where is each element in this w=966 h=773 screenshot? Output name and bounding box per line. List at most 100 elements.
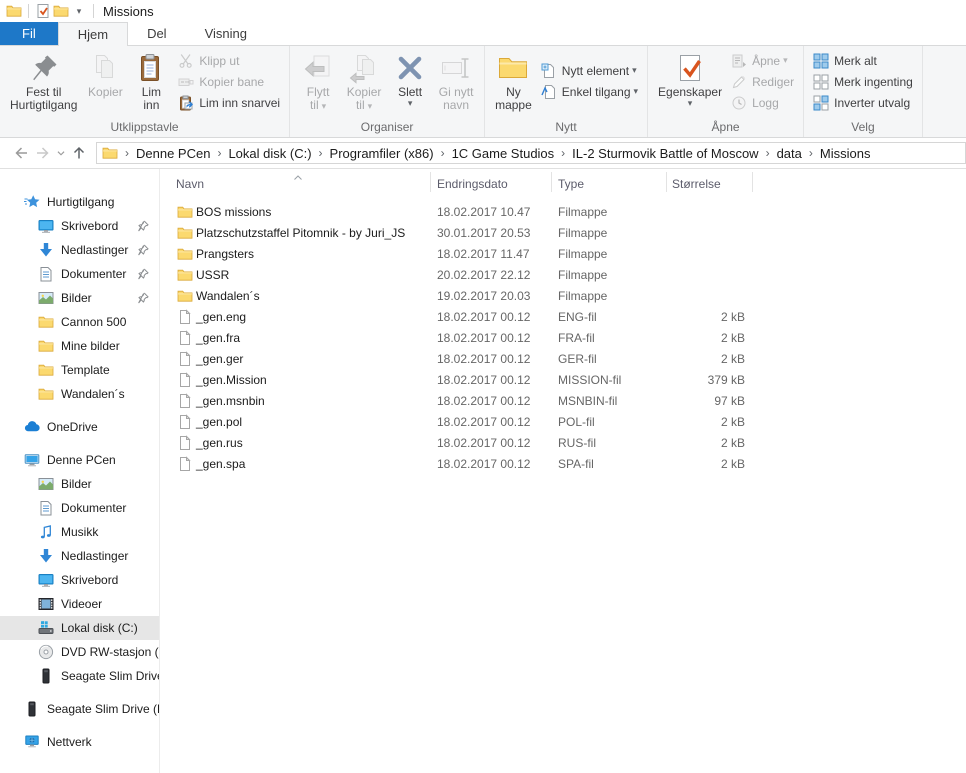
- up-button[interactable]: [68, 142, 90, 164]
- sidebar-item-label: Skrivebord: [61, 573, 119, 587]
- sidebar-item-cannon-500[interactable]: Cannon 500: [0, 310, 159, 334]
- window-title: Missions: [103, 3, 154, 19]
- delete-button[interactable]: Slett ▾: [387, 49, 433, 108]
- invert-selection-button[interactable]: Inverter utvalg: [813, 92, 913, 113]
- file-row[interactable]: USSR 20.02.2017 22.12 Filmappe: [160, 265, 966, 286]
- breadcrumb[interactable]: › Denne PCen › Lokal disk (C:) › Programfiler…: [96, 142, 966, 164]
- copy-to-icon: [348, 52, 380, 84]
- sidebar-item-nedlastinger[interactable]: Nedlastinger: [0, 238, 159, 262]
- sidebar-item-hurtigtilgang[interactable]: Hurtigtilgang: [0, 190, 159, 214]
- breadcrumb-item[interactable]: Programfiler (x86): [330, 146, 434, 161]
- sidebar-item-seagate-slim-drive[interactable]: Seagate Slim Drive (: [0, 664, 159, 688]
- sidebar-item-nedlastinger[interactable]: Nedlastinger: [0, 544, 159, 568]
- file-row[interactable]: BOS missions 18.02.2017 10.47 Filmappe: [160, 202, 966, 223]
- file-row[interactable]: Platzschutzstaffel Pitomnik - by Juri_JS…: [160, 223, 966, 244]
- sidebar-item-template[interactable]: Template: [0, 358, 159, 382]
- paste-shortcut-button[interactable]: Lim inn snarvei: [178, 92, 280, 113]
- file-date: 18.02.2017 00.12: [437, 331, 531, 345]
- qat-properties-button[interactable]: [34, 2, 52, 20]
- sidebar-item-skrivebord[interactable]: Skrivebord: [0, 214, 159, 238]
- tab-del[interactable]: Del: [128, 22, 186, 45]
- new-folder-button[interactable]: Ny mappe: [490, 49, 537, 112]
- sidebar-item-lokal-disk-c[interactable]: Lokal disk (C:): [0, 616, 159, 640]
- sidebar-item-mine-bilder[interactable]: Mine bilder: [0, 334, 159, 358]
- sidebar-item-musikk[interactable]: Musikk: [0, 520, 159, 544]
- button-label-text: Flytt: [306, 85, 330, 99]
- sidebar-item-bilder[interactable]: Bilder: [0, 472, 159, 496]
- pin-to-quick-access-button[interactable]: Fest til Hurtigtilgang: [5, 49, 82, 112]
- file-row[interactable]: _gen.spa 18.02.2017 00.12 SPA-fil 2 kB: [160, 454, 966, 475]
- ribbon-group-label: Velg: [851, 120, 875, 134]
- copy-path-button[interactable]: Kopier bane: [178, 71, 280, 92]
- file-row[interactable]: _gen.ger 18.02.2017 00.12 GER-fil 2 kB: [160, 349, 966, 370]
- recent-locations-button[interactable]: [54, 142, 68, 164]
- copy-button[interactable]: Kopier: [82, 49, 128, 99]
- column-header-navn[interactable]: Navn: [176, 177, 204, 191]
- qat-customize-button[interactable]: ▾: [70, 2, 88, 20]
- file-row[interactable]: _gen.Mission 18.02.2017 00.12 MISSION-fil 3…: [160, 370, 966, 391]
- forward-button[interactable]: [32, 142, 54, 164]
- breadcrumb-item[interactable]: Missions: [820, 146, 871, 161]
- cut-button[interactable]: Klipp ut: [178, 50, 280, 71]
- new-item-button[interactable]: Nytt element ▾: [541, 60, 638, 81]
- downloads-icon: [38, 242, 54, 258]
- column-divider[interactable]: [430, 172, 431, 192]
- edit-button[interactable]: Rediger: [731, 71, 794, 92]
- sidebar-item-denne-pcen[interactable]: Denne PCen: [0, 448, 159, 472]
- button-label: Hurtigtilgang: [10, 99, 77, 112]
- properties-button[interactable]: Egenskaper ▾: [653, 49, 727, 108]
- button-label-text: Logg: [752, 95, 779, 110]
- breadcrumb-item[interactable]: 1C Game Studios: [452, 146, 555, 161]
- column-divider[interactable]: [752, 172, 753, 192]
- button-label-text: Hurtigtilgang: [10, 98, 78, 112]
- tab-hjem[interactable]: Hjem: [57, 22, 129, 46]
- qat-new-folder-button[interactable]: [52, 2, 70, 20]
- move-to-button[interactable]: Flytt til ▾: [295, 49, 341, 113]
- back-button[interactable]: [10, 142, 32, 164]
- button-label-text: inn: [143, 98, 160, 112]
- pictures-icon: [38, 476, 54, 492]
- sidebar-item-dvd-rw-stasjon-d[interactable]: DVD RW-stasjon (D:: [0, 640, 159, 664]
- breadcrumb-item[interactable]: IL-2 Sturmovik Battle of Moscow: [572, 146, 758, 161]
- sidebar-item-dokumenter[interactable]: Dokumenter: [0, 262, 159, 286]
- sidebar-item-nettverk[interactable]: Nettverk: [0, 730, 159, 754]
- column-header-type[interactable]: Type: [558, 177, 584, 191]
- file-date: 30.01.2017 20.53: [437, 226, 531, 240]
- file-row[interactable]: Wandalen´s 19.02.2017 20.03 Filmappe: [160, 286, 966, 307]
- file-row[interactable]: Prangsters 18.02.2017 11.47 Filmappe: [160, 244, 966, 265]
- file-row[interactable]: _gen.eng 18.02.2017 00.12 ENG-fil 2 kB: [160, 307, 966, 328]
- rename-button[interactable]: Gi nytt navn: [433, 49, 479, 112]
- file-row[interactable]: _gen.pol 18.02.2017 00.12 POL-fil 2 kB: [160, 412, 966, 433]
- sidebar-item-bilder[interactable]: Bilder: [0, 286, 159, 310]
- breadcrumb-item[interactable]: Lokal disk (C:): [228, 146, 311, 161]
- select-all-button[interactable]: Merk alt: [813, 50, 913, 71]
- column-divider[interactable]: [666, 172, 667, 192]
- sidebar-item-wandalen-s[interactable]: Wandalen´s: [0, 382, 159, 406]
- column-header-endringsdato[interactable]: Endringsdato: [437, 177, 508, 191]
- file-date: 19.02.2017 20.03: [437, 289, 531, 303]
- history-button[interactable]: Logg: [731, 92, 794, 113]
- copy-to-button[interactable]: Kopier til ▾: [341, 49, 387, 113]
- sidebar-item-skrivebord[interactable]: Skrivebord: [0, 568, 159, 592]
- main-content: Hurtigtilgang Skrivebord Nedlastinger Dokum…: [0, 169, 966, 773]
- column-header-størrelse[interactable]: Størrelse: [672, 177, 721, 191]
- documents-icon: [38, 266, 54, 282]
- breadcrumb-item[interactable]: data: [777, 146, 802, 161]
- file-row[interactable]: _gen.fra 18.02.2017 00.12 FRA-fil 2 kB: [160, 328, 966, 349]
- sidebar-item-onedrive[interactable]: OneDrive: [0, 415, 159, 439]
- select-none-button[interactable]: Merk ingenting: [813, 71, 913, 92]
- easy-access-button[interactable]: Enkel tilgang ▾: [541, 81, 638, 102]
- breadcrumb-item[interactable]: Denne PCen: [136, 146, 210, 161]
- sidebar-item-dokumenter[interactable]: Dokumenter: [0, 496, 159, 520]
- file-type: ENG-fil: [558, 310, 597, 324]
- sidebar-item-seagate-slim-drive-e[interactable]: Seagate Slim Drive (E:: [0, 697, 159, 721]
- file-row[interactable]: _gen.rus 18.02.2017 00.12 RUS-fil 2 kB: [160, 433, 966, 454]
- column-divider[interactable]: [551, 172, 552, 192]
- file-row[interactable]: _gen.msnbin 18.02.2017 00.12 MSNBIN-fil 97 …: [160, 391, 966, 412]
- tab-visning[interactable]: Visning: [186, 22, 266, 45]
- button-label-text: Inverter utvalg: [834, 95, 911, 110]
- sidebar-item-videoer[interactable]: Videoer: [0, 592, 159, 616]
- open-button[interactable]: Åpne ▾: [731, 50, 794, 71]
- paste-button[interactable]: Lim inn: [128, 49, 174, 112]
- tab-fil[interactable]: Fil: [0, 22, 58, 45]
